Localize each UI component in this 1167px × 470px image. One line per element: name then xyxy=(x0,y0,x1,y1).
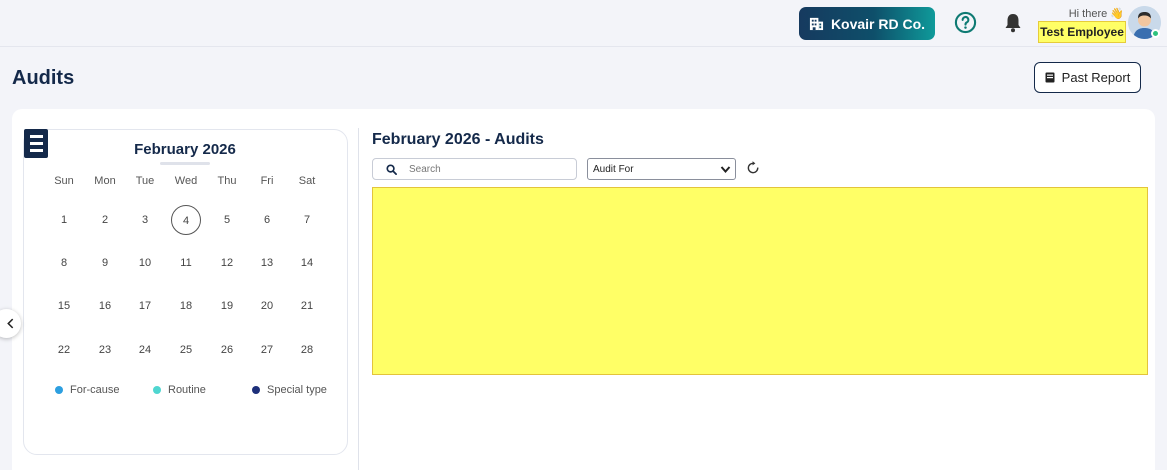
weekday-header: Sat xyxy=(298,175,316,187)
calendar-day[interactable]: 21 xyxy=(292,291,322,321)
wave-icon: 👋 xyxy=(1110,8,1124,20)
online-status-dot xyxy=(1151,29,1160,38)
calendar-day[interactable]: 5 xyxy=(212,205,242,235)
calendar-day[interactable]: 26 xyxy=(212,335,242,365)
refresh-icon[interactable] xyxy=(746,160,761,176)
weekday-header: Thu xyxy=(217,175,237,187)
legend-dot xyxy=(252,386,260,394)
calendar-day[interactable]: 3 xyxy=(130,205,160,235)
weekday-header: Fri xyxy=(260,175,274,187)
company-switcher-button[interactable]: Kovair RD Co. xyxy=(799,7,935,40)
calendar-day[interactable]: 19 xyxy=(212,291,242,321)
calendar-day[interactable]: 22 xyxy=(49,335,79,365)
calendar-day[interactable]: 15 xyxy=(49,291,79,321)
building-icon xyxy=(809,17,823,31)
weekday-header: Wed xyxy=(174,175,198,187)
audits-list-area xyxy=(372,187,1148,375)
calendar-day[interactable]: 14 xyxy=(292,248,322,278)
legend-for-cause: For-cause xyxy=(55,384,120,396)
calendar-day[interactable]: 1 xyxy=(49,205,79,235)
calendar-day[interactable]: 24 xyxy=(130,335,160,365)
search-icon xyxy=(386,164,397,175)
legend-routine: Routine xyxy=(153,384,206,396)
legend-dot xyxy=(55,386,63,394)
audit-for-selected: Audit For xyxy=(593,163,634,175)
search-box[interactable] xyxy=(372,158,577,180)
greeting-text: Hi there xyxy=(1068,8,1108,20)
bell-icon[interactable] xyxy=(1003,12,1023,33)
panel-divider xyxy=(358,128,359,470)
calendar-day[interactable]: 2 xyxy=(90,205,120,235)
help-icon[interactable] xyxy=(954,11,977,34)
weekday-header: Mon xyxy=(94,175,116,187)
calendar-day[interactable]: 23 xyxy=(90,335,120,365)
calendar-day[interactable]: 11 xyxy=(171,248,201,278)
company-name: Kovair RD Co. xyxy=(830,15,926,32)
calendar-day[interactable]: 20 xyxy=(252,291,282,321)
greeting: Hi there 👋 xyxy=(1040,7,1124,20)
calendar-day[interactable]: 12 xyxy=(212,248,242,278)
weekday-header: Tue xyxy=(135,175,155,187)
calendar-day[interactable]: 27 xyxy=(252,335,282,365)
audits-panel-title: February 2026 - Audits xyxy=(372,131,544,148)
menu-icon[interactable] xyxy=(24,129,48,158)
search-input[interactable] xyxy=(409,161,569,177)
user-name[interactable]: Test Employee xyxy=(1038,21,1126,43)
calendar-day[interactable]: 16 xyxy=(90,291,120,321)
past-report-label: Past Report xyxy=(1061,70,1131,85)
calendar-day[interactable]: 17 xyxy=(130,291,160,321)
calendar-day[interactable]: 13 xyxy=(252,248,282,278)
legend-dot xyxy=(153,386,161,394)
audit-for-select[interactable]: Audit For xyxy=(587,158,736,180)
calendar-day[interactable]: 18 xyxy=(171,291,201,321)
weekday-header: Sun xyxy=(54,175,74,187)
legend-label: For-cause xyxy=(70,384,120,396)
calendar-day[interactable]: 28 xyxy=(292,335,322,365)
calendar-day[interactable]: 10 xyxy=(130,248,160,278)
report-icon xyxy=(1045,72,1055,83)
calendar-day[interactable]: 6 xyxy=(252,205,282,235)
legend-special-type: Special type xyxy=(252,384,327,396)
title-underline xyxy=(160,162,210,165)
calendar-day[interactable]: 9 xyxy=(90,248,120,278)
page-title: Audits xyxy=(12,67,75,89)
calendar-month-title: February 2026 xyxy=(134,141,236,158)
calendar-day[interactable]: 25 xyxy=(171,335,201,365)
past-report-button[interactable]: Past Report xyxy=(1034,62,1141,93)
top-bar: Kovair RD Co. Hi there 👋 Test Employee xyxy=(0,0,1167,47)
legend-label: Routine xyxy=(168,384,206,396)
calendar-day-today[interactable]: 4 xyxy=(171,205,201,235)
chevron-left-icon xyxy=(7,318,14,329)
chevron-down-icon xyxy=(720,166,731,174)
legend-label: Special type xyxy=(267,384,327,396)
calendar-day[interactable]: 7 xyxy=(292,205,322,235)
calendar-day[interactable]: 8 xyxy=(49,248,79,278)
